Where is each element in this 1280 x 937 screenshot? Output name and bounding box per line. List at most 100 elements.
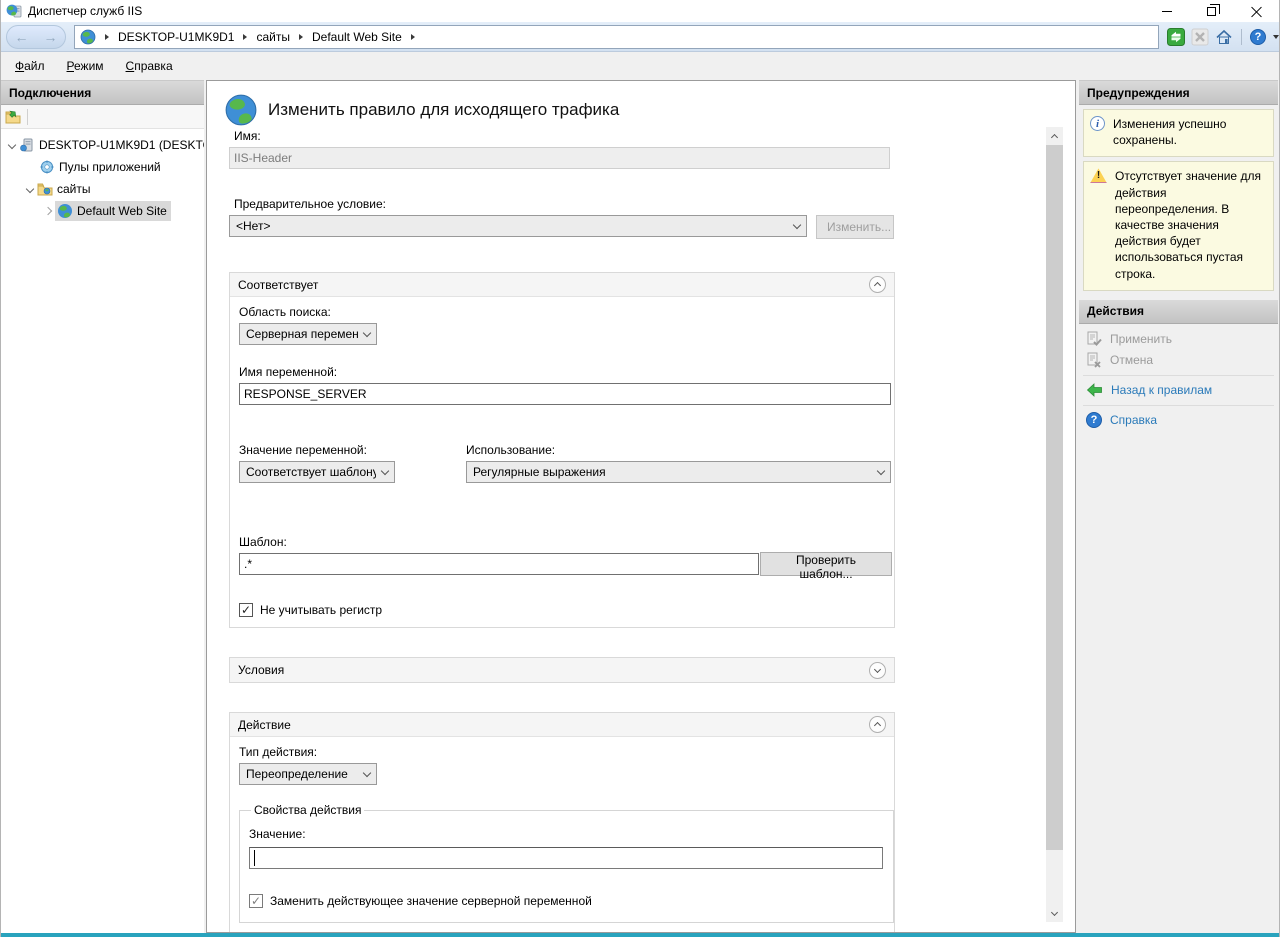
app-pools-icon xyxy=(39,159,55,175)
minimize-icon xyxy=(1162,11,1172,12)
actions-separator xyxy=(1083,375,1274,376)
chevron-down-icon xyxy=(381,466,389,474)
breadcrumb-default-web-site[interactable]: Default Web Site xyxy=(312,30,402,44)
breadcrumb-sites[interactable]: сайты xyxy=(256,30,290,44)
using-select[interactable]: Регулярные выражения xyxy=(466,461,891,483)
back-button[interactable]: ← xyxy=(15,30,29,44)
apply-label: Применить xyxy=(1110,332,1172,346)
alerts-header: Предупреждения xyxy=(1079,81,1278,105)
variable-name-field[interactable] xyxy=(239,383,891,405)
close-icon xyxy=(1251,6,1262,17)
text-caret xyxy=(254,850,255,866)
name-field xyxy=(229,147,890,169)
tree-item-sites[interactable]: сайты xyxy=(1,178,204,200)
replace-value-checkbox[interactable]: ✓ xyxy=(249,894,263,908)
ignore-case-checkbox[interactable]: ✓ xyxy=(239,603,253,617)
globe-icon xyxy=(80,29,96,45)
forward-button[interactable]: → xyxy=(44,30,58,44)
iis-logo-icon xyxy=(6,3,22,19)
menu-help[interactable]: Справка xyxy=(126,59,173,73)
window-bottom-edge xyxy=(1,933,1279,937)
home-icon[interactable] xyxy=(1215,28,1233,46)
expander-right-icon[interactable] xyxy=(41,208,55,214)
edit-outbound-rule-page: Изменить правило для исходящего трафика … xyxy=(206,80,1076,933)
scroll-up-button[interactable] xyxy=(1046,127,1063,144)
conditions-section-header[interactable]: Условия xyxy=(230,658,894,682)
minimize-button[interactable] xyxy=(1144,0,1189,22)
tree-label-app-pools: Пулы приложений xyxy=(59,160,161,174)
chevron-down-icon xyxy=(363,768,371,776)
precondition-select[interactable]: <Нет> xyxy=(229,215,807,237)
scope-label: Область поиска: xyxy=(239,305,894,319)
menu-file[interactable]: Файл xyxy=(15,59,45,73)
test-pattern-button[interactable]: Проверить шаблон... xyxy=(760,552,892,576)
back-arrow-icon xyxy=(1086,382,1103,398)
expand-icon[interactable] xyxy=(869,662,886,679)
match-section-header[interactable]: Соответствует xyxy=(230,273,894,297)
collapse-icon[interactable] xyxy=(869,716,886,733)
scrollbar-thumb[interactable] xyxy=(1046,145,1063,850)
maximize-icon xyxy=(1207,7,1216,16)
breadcrumb-separator-icon xyxy=(243,34,247,40)
action-type-select[interactable]: Переопределение xyxy=(239,763,377,785)
precondition-value: <Нет> xyxy=(236,219,788,233)
help-icon[interactable]: ? xyxy=(1250,29,1266,45)
chevron-down-icon xyxy=(363,328,371,336)
tree-label-server: DESKTOP-U1MK9D1 (DESKTOI xyxy=(39,138,204,152)
selected-tree-item[interactable]: Default Web Site xyxy=(55,201,171,221)
vertical-scrollbar[interactable] xyxy=(1046,127,1063,922)
pattern-field[interactable] xyxy=(239,553,759,575)
name-label: Имя: xyxy=(234,129,895,143)
cancel-label: Отмена xyxy=(1110,353,1153,367)
refresh-icon[interactable] xyxy=(1167,28,1185,46)
action-type-label: Тип действия: xyxy=(239,745,894,759)
connections-panel: Подключения DESKTOP-U1MK9D1 (DESKTOI Пул… xyxy=(1,80,204,933)
right-panel: Предупреждения i Изменения успешно сохра… xyxy=(1079,80,1278,933)
maximize-button[interactable] xyxy=(1189,0,1234,22)
action-section-title: Действие xyxy=(238,718,869,732)
scope-value: Серверная переменн xyxy=(246,327,358,341)
breadcrumb[interactable]: DESKTOP-U1MK9D1 сайты Default Web Site xyxy=(74,25,1159,49)
apply-action: Применить xyxy=(1079,329,1278,350)
replace-value-label: Заменить действующее значение серверной … xyxy=(270,894,592,908)
info-icon: i xyxy=(1090,116,1105,131)
title-bar: Диспетчер служб IIS xyxy=(1,0,1279,22)
pattern-label: Шаблон: xyxy=(239,535,894,549)
action-value-field[interactable] xyxy=(249,847,883,869)
help-label[interactable]: Справка xyxy=(1110,413,1157,427)
alert-warning-text: Отсутствует значение для действия переоп… xyxy=(1115,168,1267,281)
save-connection-icon[interactable] xyxy=(5,109,21,125)
scroll-down-button[interactable] xyxy=(1046,905,1063,922)
chevron-down-icon xyxy=(877,466,885,474)
back-to-rules-link[interactable]: Назад к правилам xyxy=(1079,380,1278,401)
expander-down-icon[interactable] xyxy=(5,142,19,148)
menu-view[interactable]: Режим xyxy=(67,59,104,73)
actions-header: Действия xyxy=(1079,300,1278,324)
help-link[interactable]: ? Справка xyxy=(1079,410,1278,431)
actions-separator xyxy=(1083,405,1274,406)
precondition-label: Предварительное условие: xyxy=(234,197,895,211)
close-button[interactable] xyxy=(1234,0,1279,22)
using-value: Регулярные выражения xyxy=(473,465,872,479)
tree-item-app-pools[interactable]: Пулы приложений xyxy=(1,156,204,178)
breadcrumb-server[interactable]: DESKTOP-U1MK9D1 xyxy=(118,30,234,44)
connections-tree: DESKTOP-U1MK9D1 (DESKTOI Пулы приложений… xyxy=(1,129,204,222)
scope-select[interactable]: Серверная переменн xyxy=(239,323,377,345)
back-to-rules-label[interactable]: Назад к правилам xyxy=(1111,383,1212,397)
tree-item-default-web-site[interactable]: Default Web Site xyxy=(1,200,204,222)
help-dropdown-icon[interactable] xyxy=(1273,35,1279,39)
apply-icon xyxy=(1086,331,1102,347)
stop-icon xyxy=(1191,28,1209,46)
action-section-header[interactable]: Действие xyxy=(230,713,894,737)
breadcrumb-separator-icon xyxy=(299,34,303,40)
alert-info: i Изменения успешно сохранены. xyxy=(1083,109,1274,157)
server-icon xyxy=(19,137,35,153)
expander-down-icon[interactable] xyxy=(23,186,37,192)
variable-value-select[interactable]: Соответствует шаблону xyxy=(239,461,395,483)
using-label: Использование: xyxy=(466,443,891,457)
tree-item-server[interactable]: DESKTOP-U1MK9D1 (DESKTOI xyxy=(1,134,204,156)
tree-label-sites: сайты xyxy=(57,182,91,196)
action-type-value: Переопределение xyxy=(246,767,358,781)
collapse-icon[interactable] xyxy=(869,276,886,293)
address-bar: ← → DESKTOP-U1MK9D1 сайты Default Web Si… xyxy=(1,22,1279,52)
